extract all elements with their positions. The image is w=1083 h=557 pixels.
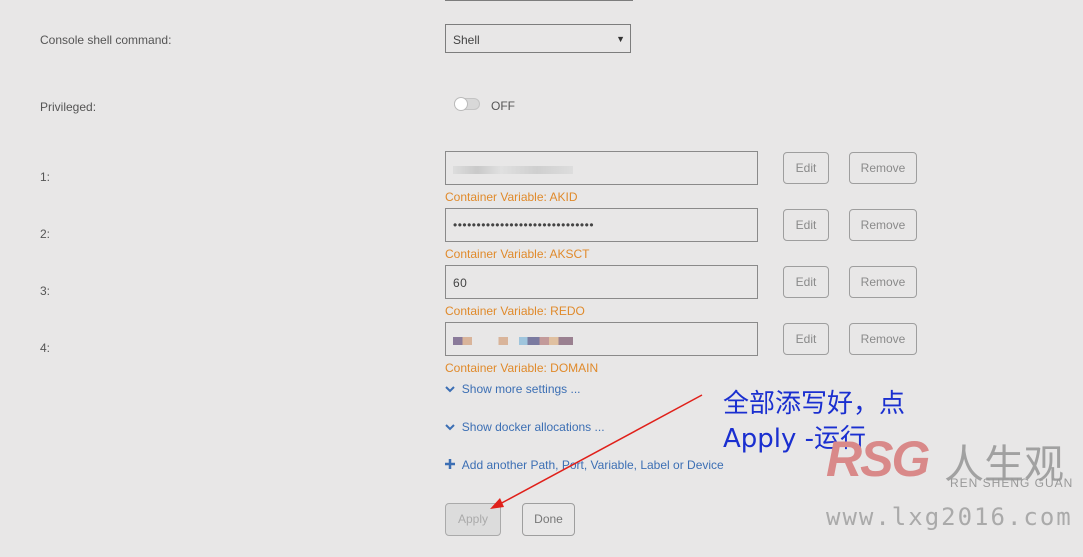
watermark-en: REN SHENG GUAN [950, 476, 1074, 490]
watermark-url: www.lxg2016.com [826, 503, 1073, 531]
watermark-logo: RSG [826, 431, 930, 487]
